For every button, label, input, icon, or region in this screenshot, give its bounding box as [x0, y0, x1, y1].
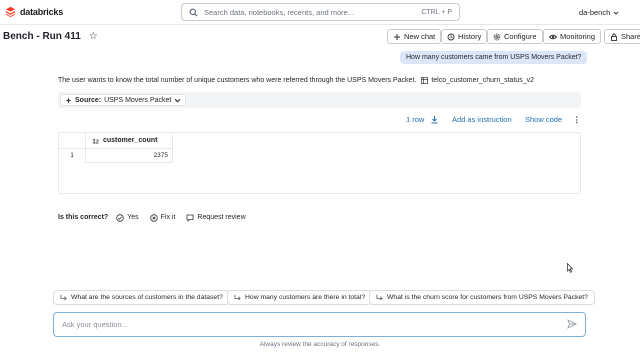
search-shortcut: CTRL + P: [421, 8, 452, 16]
suggestion-label: What are the sources of customers in the…: [71, 294, 223, 301]
search-placeholder: Search data, notebooks, recents, and mor…: [204, 7, 355, 17]
request-review-button[interactable]: Request review: [183, 212, 248, 223]
chat-bubble-icon: [186, 214, 194, 222]
source-label: Source:: [75, 96, 102, 104]
top-navigation-bar: databricks Search data, notebooks, recen…: [0, 0, 640, 25]
user-message-bubble: How many customers came from USPS Movers…: [400, 51, 588, 64]
source-bar: Source: USPS Movers Packet: [58, 92, 581, 108]
plus-icon: [394, 33, 400, 40]
feedback-question: Is this correct?: [58, 214, 109, 221]
send-icon: [567, 318, 578, 329]
databricks-logo-icon: [5, 6, 16, 17]
gear-icon: [493, 33, 501, 40]
eye-icon: [549, 34, 557, 39]
fix-it-button[interactable]: Fix it: [147, 212, 179, 223]
row-index: 1: [70, 152, 74, 159]
check-circle-icon: [116, 213, 124, 222]
monitoring-button[interactable]: Monitoring: [543, 29, 602, 44]
add-as-instruction-button[interactable]: Add as instruction: [452, 115, 512, 124]
results-table: 12 customer_count 1 2375: [58, 132, 581, 194]
assistant-answer: The user wants to know the total number …: [58, 77, 534, 84]
disclaimer-text: Always review the accuracy of responses.: [259, 341, 381, 348]
suggestion-chip[interactable]: What is the churn score for customers fr…: [369, 290, 595, 305]
configure-button[interactable]: Configure: [487, 29, 543, 44]
source-dropdown[interactable]: Source: USPS Movers Packet: [60, 94, 187, 106]
share-button[interactable]: Share: [604, 29, 640, 44]
search-icon: [189, 8, 198, 16]
suggestion-chip[interactable]: What are the sources of customers in the…: [53, 290, 230, 305]
monitoring-label: Monitoring: [560, 32, 596, 41]
show-code-button[interactable]: Show code: [525, 115, 562, 124]
feedback-bar: Is this correct? Yes Fix it Request revi…: [58, 212, 249, 223]
workspace-switcher[interactable]: da-bench: [579, 8, 619, 17]
row-count: 1 row: [406, 115, 425, 124]
page-title: Bench - Run 411 ☆: [3, 31, 98, 42]
return-arrow-icon: [60, 294, 67, 301]
share-label: Share: [621, 32, 640, 41]
table-icon: [421, 77, 429, 84]
history-icon: [447, 33, 455, 40]
chat-question-input[interactable]: [62, 320, 567, 329]
chevron-down-icon: [613, 11, 619, 15]
table-reference-label: telco_customer_churn_status_v2: [431, 77, 535, 84]
send-button[interactable]: [567, 318, 578, 331]
chevron-down-icon: [175, 98, 181, 102]
return-arrow-icon: [234, 294, 241, 301]
yes-button[interactable]: Yes: [113, 212, 141, 223]
chat-input-box: [53, 312, 586, 337]
history-button[interactable]: History: [441, 29, 488, 44]
lock-icon: [611, 33, 617, 41]
workspace-name: da-bench: [579, 8, 611, 17]
new-chat-label: New chat: [404, 32, 436, 41]
table-cell[interactable]: 2375: [85, 149, 173, 163]
request-review-label: Request review: [197, 214, 246, 221]
page-title-text: Bench - Run 411: [3, 31, 81, 42]
more-options-icon[interactable]: ⋮: [573, 115, 581, 124]
history-label: History: [458, 32, 482, 41]
numeric-column-icon: 12: [92, 138, 100, 145]
global-search[interactable]: Search data, notebooks, recents, and mor…: [181, 3, 460, 21]
column-header-customer-count[interactable]: 12 customer_count: [85, 133, 173, 149]
star-icon[interactable]: ☆: [89, 31, 98, 42]
fix-it-label: Fix it: [160, 214, 176, 221]
logo-text: databricks: [20, 6, 64, 17]
suggestion-chip[interactable]: How many customers are there in total?: [227, 290, 373, 305]
row-index-header: [59, 133, 85, 149]
svg-text:2: 2: [96, 139, 100, 145]
sparkle-icon: [65, 96, 72, 104]
new-chat-button[interactable]: New chat: [387, 29, 442, 44]
suggestion-label: How many customers are there in total?: [245, 294, 366, 301]
suggestion-label: What is the churn score for customers fr…: [387, 294, 588, 301]
mouse-cursor-icon: [567, 263, 573, 273]
x-circle-icon: [149, 213, 158, 222]
return-arrow-icon: [376, 294, 383, 301]
download-icon[interactable]: [430, 115, 439, 124]
databricks-logo[interactable]: databricks: [5, 6, 63, 17]
answer-text: The user wants to know the total number …: [58, 77, 417, 84]
configure-label: Configure: [504, 32, 537, 41]
table-reference[interactable]: telco_customer_churn_status_v2: [421, 77, 534, 84]
yes-label: Yes: [127, 214, 139, 221]
column-header-label: customer_count: [103, 137, 158, 144]
source-value: USPS Movers Packet: [104, 96, 172, 104]
